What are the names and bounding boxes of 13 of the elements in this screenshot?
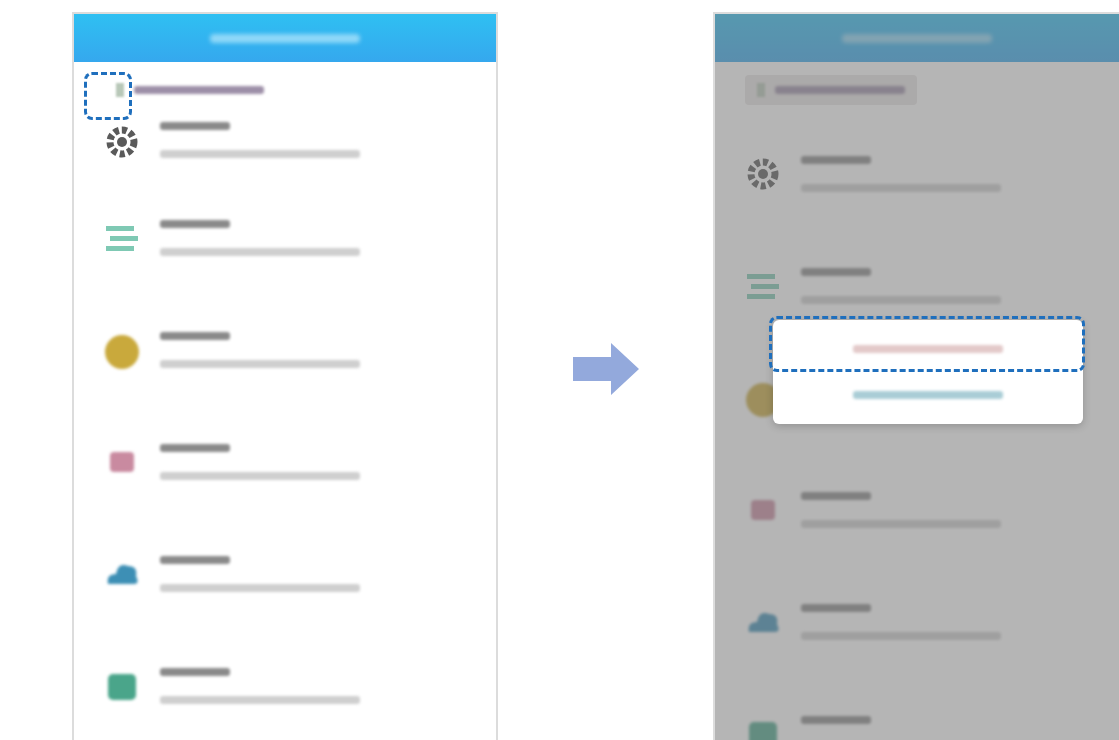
pixelated-text-line <box>160 332 230 340</box>
back-icon[interactable] <box>116 83 124 97</box>
pixelated-text-line <box>801 716 871 724</box>
back-button[interactable] <box>745 75 917 105</box>
pixelated-text-line <box>801 268 871 276</box>
pixelated-text-line <box>160 220 230 228</box>
pixelated-text-line <box>160 668 230 676</box>
pixelated-text-line <box>160 556 230 564</box>
pixelated-text-line <box>160 122 230 130</box>
pixelated-text-line <box>160 444 230 452</box>
pixelated-text-line <box>801 156 871 164</box>
pixelated-text-line <box>801 492 871 500</box>
pixelated-text-line <box>801 604 871 612</box>
